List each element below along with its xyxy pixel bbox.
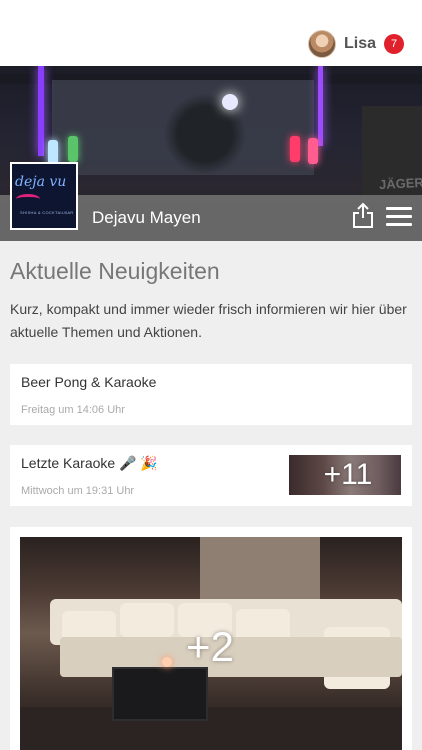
more-images-count: +2 (186, 623, 234, 670)
logo-subtext: SHISHA & COCKTAILBAR (20, 210, 74, 215)
venue-name: Dejavu Mayen (92, 208, 201, 227)
post-title[interactable]: Letzte Karaoke 🎤 🎉 (21, 455, 158, 472)
section-title: Aktuelle Neuigkeiten (10, 258, 220, 284)
venue-logo: deja vu SHISHA & COCKTAILBAR (10, 162, 78, 230)
hero-sign-text: JÄGER (378, 174, 422, 193)
share-icon[interactable] (352, 202, 374, 228)
more-images-count: +11 (323, 458, 373, 491)
post-timestamp: Freitag um 14:06 Uhr (21, 404, 125, 416)
user-menu[interactable]: Lisa 7 (307, 29, 404, 59)
top-bar: Lisa 7 (0, 0, 422, 66)
logo-wordmark: deja vu (15, 174, 67, 190)
hamburger-menu-icon[interactable] (386, 207, 412, 227)
user-avatar[interactable] (307, 30, 336, 58)
news-post-card[interactable]: +2 (10, 527, 412, 750)
notification-badge[interactable]: 7 (384, 34, 404, 54)
post-image[interactable]: +2 (20, 537, 402, 750)
post-image-gallery-thumb[interactable]: +11 (289, 455, 401, 495)
news-post-card[interactable]: Beer Pong & Karaoke Freitag um 14:06 Uhr (10, 364, 412, 425)
post-timestamp: Mittwoch um 19:31 Uhr (21, 485, 135, 497)
post-title[interactable]: Beer Pong & Karaoke (21, 374, 156, 390)
user-name[interactable]: Lisa (344, 35, 376, 53)
section-description: Kurz, kompakt und immer wieder frisch in… (10, 301, 407, 340)
news-post-card[interactable]: Letzte Karaoke 🎤 🎉 Mittwoch um 19:31 Uhr… (10, 445, 412, 506)
